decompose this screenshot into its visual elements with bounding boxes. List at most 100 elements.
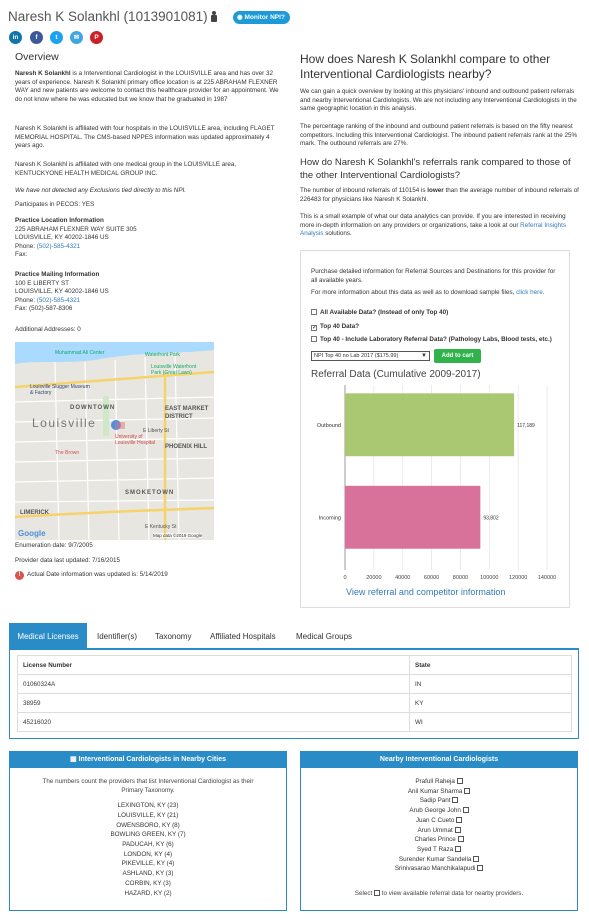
referral-data-icon[interactable]: [477, 865, 484, 872]
chart-x-ticks: 0 20000 40000 60000 80000 100000 120000 140000: [343, 575, 556, 581]
compare-heading: How does Naresh K Solankhl compare to ot…: [300, 52, 551, 81]
nearby-cardiologist-item[interactable]: Syed T Raza: [301, 845, 577, 855]
nearby-cardiologist-item[interactable]: Anil Kumar Sharma: [301, 787, 577, 797]
nearby-cardiologist-item[interactable]: Prafull Raheja: [301, 777, 577, 787]
referral-data-icon[interactable]: [464, 787, 471, 794]
phone-label: Phone:: [15, 242, 35, 250]
referral-data-icon[interactable]: [456, 816, 463, 823]
city-link[interactable]: PADUCAH, KY (6): [10, 840, 286, 850]
facebook-icon[interactable]: f: [30, 31, 43, 44]
actual-date-text: Actual Date information was updated is: …: [27, 571, 168, 578]
map-label-east-market: EAST MARKET DISTRICT: [165, 406, 209, 420]
table-row: 38959 KY: [17, 693, 572, 713]
nearby-cardiologist-item[interactable]: Arub George John: [301, 806, 577, 816]
cardiologist-name[interactable]: Sadip Pant: [420, 797, 453, 804]
x-tick-label: 60000: [424, 575, 439, 581]
column-header-license: License Number: [17, 655, 410, 675]
additional-addresses: Additional Addresses: 0: [15, 326, 81, 333]
x-tick-label: 120000: [509, 575, 527, 581]
checkbox-top40-lab[interactable]: [311, 336, 317, 342]
click-here-link[interactable]: click here.: [516, 289, 544, 296]
email-icon[interactable]: ✉: [70, 31, 83, 44]
checkbox-all-data[interactable]: [311, 309, 317, 315]
tab-medical-licenses[interactable]: Medical Licenses: [9, 623, 87, 650]
nearby-cardiologist-item[interactable]: Charles Prince: [301, 835, 577, 845]
overview-paragraph-1: Naresh K Solankhl is a Interventional Ca…: [15, 70, 285, 104]
map-label-ali-center: Muhammad Ali Center: [55, 350, 105, 356]
city-link[interactable]: LONDON, KY (4): [10, 850, 286, 860]
referral-data-icon[interactable]: [457, 836, 464, 843]
map-label-brown: The Brown: [55, 450, 80, 456]
tab-medical-groups[interactable]: Medical Groups: [288, 623, 360, 650]
nearby-cardiologist-item[interactable]: Juan C Cueto: [301, 816, 577, 826]
cardiologist-name[interactable]: Prafull Raheja: [415, 778, 456, 785]
city-link[interactable]: LEXINGTON, KY (23): [10, 801, 286, 811]
cardiologist-name[interactable]: Juan C Cueto: [416, 817, 456, 824]
x-tick-label: 100000: [480, 575, 498, 581]
nearby-cardiologist-item[interactable]: Sadip Pant: [301, 796, 577, 806]
linkedin-icon[interactable]: in: [9, 31, 22, 44]
mailing-heading: Practice Mailing Information: [15, 271, 100, 278]
location-map[interactable]: Muhammad Ali Center Waterfront Park Loui…: [15, 342, 214, 540]
city-link[interactable]: PIKEVILLE, KY (4): [10, 859, 286, 869]
option-all-data[interactable]: All Available Data? (Instead of only Top…: [311, 309, 448, 318]
map-label-phoenix-hill: PHOENIX HILL: [165, 444, 208, 450]
twitter-icon[interactable]: t: [50, 31, 63, 44]
option-top40[interactable]: ✓ Top 40 Data?: [311, 323, 359, 332]
cardiologist-name[interactable]: Anil Kumar Sharma: [408, 788, 464, 795]
city-link[interactable]: OWENSBORO, KY (8): [10, 821, 286, 831]
nearby-cardiologist-item[interactable]: Srinivasarao Manchikalapudi: [301, 864, 577, 874]
license-number: 01060324A: [17, 674, 410, 694]
purchase-paragraph: Purchase detailed information for Referr…: [311, 268, 556, 284]
table-row: 01060324A IN: [17, 674, 572, 694]
city-link[interactable]: LOUISVILLE, KY (21): [10, 811, 286, 821]
cardiologist-name[interactable]: Arub George John: [409, 807, 462, 814]
practice-phone-link[interactable]: (502)-585-4321: [37, 243, 80, 250]
cardiologist-list: Prafull Raheja Anil Kumar Sharma Sadip P…: [301, 777, 577, 874]
pinterest-icon[interactable]: P: [90, 31, 103, 44]
monitor-npi-button[interactable]: ◉ Monitor NPI?: [233, 11, 290, 24]
map-label-kentucky-st: E Kentucky St: [145, 524, 177, 530]
mailing-fax: (502)-587-8306: [29, 305, 73, 313]
mailing-phone-link[interactable]: (502)-585-4321: [37, 297, 80, 304]
referral-data-icon[interactable]: [462, 807, 469, 814]
checkbox-top40[interactable]: ✓: [311, 325, 317, 331]
city-link[interactable]: HAZARD, KY (2): [10, 889, 286, 899]
view-referral-link[interactable]: View referral and competitor information: [346, 587, 505, 597]
package-select[interactable]: NPI Top 40 no Lab 2017 ($175.99) ▼: [311, 351, 430, 361]
cardiologist-name[interactable]: Surender Kumar Sandella: [399, 856, 473, 863]
nearby-cardiologist-item[interactable]: Arun Ummat: [301, 826, 577, 836]
cardiologist-name[interactable]: Charles Prince: [414, 836, 457, 843]
referral-data-icon[interactable]: [454, 845, 461, 852]
inbound-text-a: The number of inbound referrals of 11015…: [300, 187, 428, 194]
city-link[interactable]: BOWLING GREEN, KY (7): [10, 830, 286, 840]
tab-taxonomy[interactable]: Taxonomy: [147, 623, 199, 650]
cardiologist-name[interactable]: Arun Ummat: [417, 827, 454, 834]
add-to-cart-button[interactable]: Add to cart: [434, 349, 481, 363]
referral-data-icon[interactable]: [452, 797, 459, 804]
x-tick-label: 0: [343, 575, 346, 581]
overview-paragraph-3: Naresh K Solankhl is affiliated with one…: [15, 161, 237, 177]
referral-data-icon[interactable]: [454, 826, 461, 833]
license-state: IN: [409, 674, 572, 694]
tab-affiliated-hospitals[interactable]: Affiliated Hospitals: [202, 623, 284, 650]
inbound-lower: lower: [427, 187, 444, 194]
option-top40-label: Top 40 Data?: [320, 323, 360, 330]
chart-title: Referral Data (Cumulative 2009-2017): [311, 369, 481, 380]
cardiologist-name[interactable]: Syed T Raza: [417, 846, 455, 853]
data-label: 117,189: [517, 423, 535, 429]
map-label-smoketown: SMOKETOWN: [125, 490, 175, 496]
city-link[interactable]: ASHLAND, KY (3): [10, 869, 286, 879]
option-top40-lab-label: Top 40 - Include Laboratory Referral Dat…: [320, 336, 552, 343]
referral-data-icon[interactable]: [456, 778, 463, 784]
map-attribution: Map data ©2019 Google: [153, 533, 203, 538]
nearby-cardiologist-item[interactable]: Surender Kumar Sandella: [301, 855, 577, 865]
option-top40-lab[interactable]: Top 40 - Include Laboratory Referral Dat…: [311, 336, 552, 345]
city-link[interactable]: CORBIN, KY (3): [10, 879, 286, 889]
tab-identifiers[interactable]: Identifier(s): [89, 623, 145, 650]
nearby-note-a: Select: [354, 890, 375, 898]
referral-data-icon[interactable]: [473, 855, 480, 862]
compare-paragraph-4: This is a small example of what our data…: [300, 213, 580, 239]
cardiologist-name[interactable]: Srinivasarao Manchikalapudi: [395, 865, 477, 872]
license-number: 38959: [17, 693, 410, 713]
